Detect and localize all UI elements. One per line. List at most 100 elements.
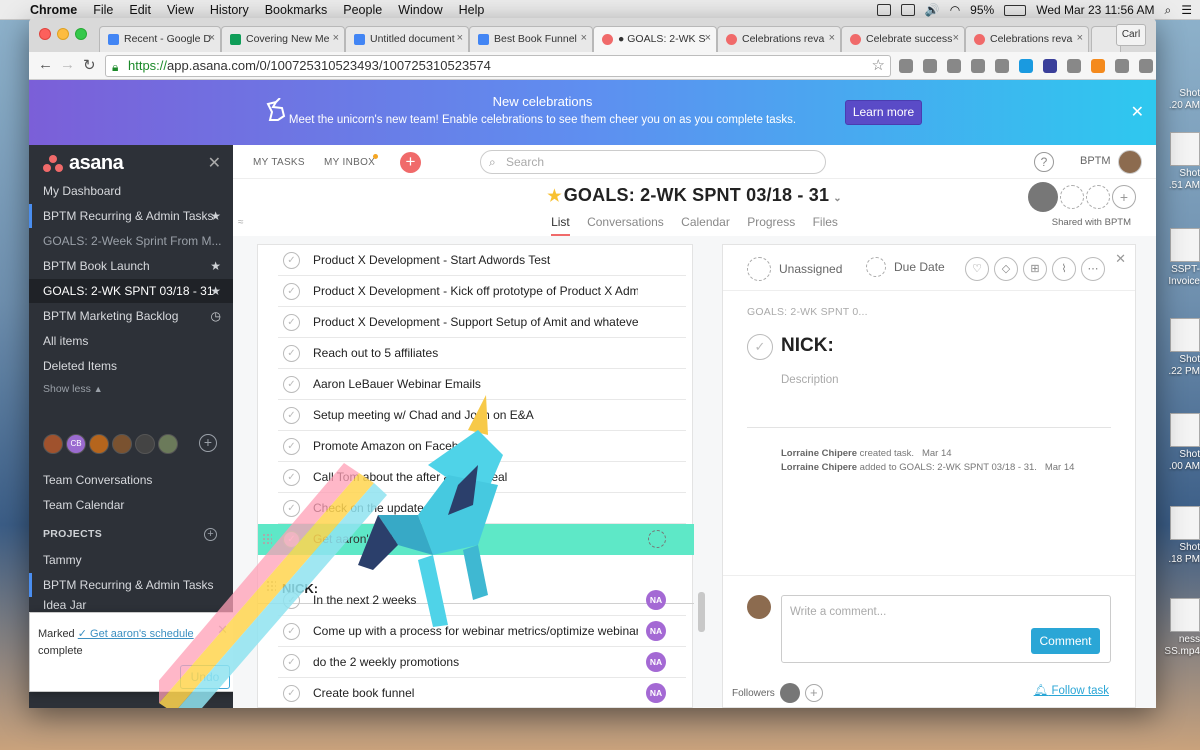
add-project-button[interactable]: + xyxy=(204,528,217,541)
task-row[interactable]: ✓ Product X Development - Start Adwords T… xyxy=(278,245,686,276)
sidebar-project-tammy[interactable]: Tammy xyxy=(29,548,233,572)
clock-icon[interactable]: ◷ xyxy=(211,304,221,328)
add-follower-button[interactable]: + xyxy=(804,684,823,702)
extension-icon[interactable] xyxy=(1019,59,1033,73)
follow-task-link[interactable]: 🔔︎ Follow task xyxy=(1034,683,1109,697)
address-bar[interactable]: 🔒︎ https://app.asana.com/0/1007253105234… xyxy=(105,55,891,77)
extension-icon[interactable] xyxy=(923,59,937,73)
reload-icon[interactable]: ↻ xyxy=(83,56,96,74)
task-row[interactable]: ✓ Product X Development - Support Setup o… xyxy=(278,307,686,338)
window-close-button[interactable] xyxy=(39,28,51,40)
browser-tab[interactable]: Celebrations reva × xyxy=(717,26,841,52)
tab-close-icon[interactable]: × xyxy=(581,32,587,44)
attachment-icon[interactable]: ⌇ xyxy=(1052,257,1076,281)
desktop-file[interactable]: Shot .22 PM xyxy=(1154,318,1200,378)
browser-tab[interactable]: Untitled document × xyxy=(345,26,469,52)
assignee-avatar[interactable]: NA xyxy=(646,683,666,703)
desktop-file[interactable]: SSPT- Invoice xyxy=(1154,228,1200,288)
show-less-toggle[interactable]: Show less ▲ xyxy=(29,377,233,401)
check-icon[interactable]: ✓ xyxy=(283,685,300,702)
detail-breadcrumb[interactable]: GOALS: 2-WK SPNT 0... xyxy=(747,306,868,318)
assignee-avatar[interactable]: NA xyxy=(646,621,666,641)
extension-icon[interactable] xyxy=(1043,59,1057,73)
desktop-file[interactable]: Shot .20 AM xyxy=(1154,88,1200,112)
task-row[interactable]: ✓ Aaron LeBauer Webinar Emails xyxy=(278,369,686,400)
detail-task-title[interactable]: NICK: xyxy=(781,335,834,357)
chevron-down-icon[interactable]: ⌄ xyxy=(833,193,842,204)
quick-add-button[interactable]: + xyxy=(400,152,421,173)
wifi-icon[interactable]: ◠ xyxy=(950,3,960,17)
avatar[interactable] xyxy=(89,434,109,454)
avatar[interactable] xyxy=(43,434,63,454)
sidebar-item-team-calendar[interactable]: Team Calendar xyxy=(29,493,233,517)
add-member-button[interactable]: + xyxy=(199,434,217,452)
assignee-picker[interactable]: Unassigned xyxy=(747,257,842,281)
drag-handle[interactable] xyxy=(262,533,272,545)
list-scrollbar[interactable] xyxy=(698,592,705,632)
bookmark-star-icon[interactable]: ☆ xyxy=(872,56,885,76)
menu-app-name[interactable]: Chrome xyxy=(30,3,77,17)
desktop-file[interactable]: Shot .00 AM xyxy=(1154,413,1200,473)
menu-bookmarks[interactable]: Bookmarks xyxy=(265,3,328,17)
extension-icon[interactable] xyxy=(1115,59,1129,73)
browser-tab[interactable]: Celebrate success × xyxy=(841,26,965,52)
extension-icon[interactable] xyxy=(1091,59,1105,73)
assignee-avatar[interactable]: NA xyxy=(646,652,666,672)
task-row[interactable]: ✓ Come up with a process for webinar metr… xyxy=(278,616,686,647)
sidebar-item-recurring[interactable]: BPTM Recurring & Admin Tasks ★ xyxy=(29,204,233,228)
complete-check-icon[interactable]: ✓ xyxy=(747,334,773,360)
back-icon[interactable]: ← xyxy=(38,56,53,73)
sidebar-item-book-launch[interactable]: BPTM Book Launch ★ xyxy=(29,254,233,278)
member-placeholder-icon[interactable] xyxy=(1086,185,1110,209)
check-icon[interactable]: ✓ xyxy=(283,283,300,300)
my-tasks-link[interactable]: MY TASKS xyxy=(253,157,305,168)
check-icon[interactable]: ✓ xyxy=(283,314,300,331)
sidebar-item-team-conversations[interactable]: Team Conversations xyxy=(29,468,233,492)
check-icon[interactable]: ✓ xyxy=(283,592,300,609)
sidebar-item-goals-sprint[interactable]: GOALS: 2-Week Sprint From M... xyxy=(29,229,233,253)
comment-button[interactable]: Comment xyxy=(1031,628,1100,654)
project-title[interactable]: ★ GOALS: 2-WK SPNT 03/18 - 31 ⌄ xyxy=(233,185,1156,206)
more-icon[interactable]: ⋯ xyxy=(1081,257,1105,281)
extension-icon[interactable] xyxy=(1139,59,1153,73)
tab-list[interactable]: List xyxy=(551,215,570,236)
tab-files[interactable]: Files xyxy=(813,215,838,234)
task-row[interactable]: ✓ Promote Amazon on Facebook xyxy=(278,431,686,462)
task-row[interactable]: ✓ Product X Development - Kick off protot… xyxy=(278,276,686,307)
asana-logo[interactable]: asana xyxy=(43,152,124,175)
task-row[interactable]: ✓ do the 2 weekly promotions NA xyxy=(278,647,686,678)
follower-avatar[interactable] xyxy=(779,683,800,703)
browser-tab[interactable]: Best Book Funnel × xyxy=(469,26,593,52)
task-row[interactable]: ✓ Setup meeting w/ Chad and Josh on E&A xyxy=(278,400,686,431)
window-maximize-button[interactable] xyxy=(75,28,87,40)
check-icon[interactable]: ✓ xyxy=(283,407,300,424)
sidebar-item-deleted[interactable]: Deleted Items xyxy=(29,354,233,378)
battery-icon[interactable] xyxy=(1004,4,1027,16)
star-icon[interactable]: ★ xyxy=(210,204,221,228)
my-inbox-link[interactable]: MY INBOX xyxy=(324,157,375,168)
user-avatar[interactable] xyxy=(1118,150,1142,174)
task-row-completed[interactable]: ✓ Get aaron's schedule xyxy=(258,524,694,555)
search-icon[interactable]: ⌕ xyxy=(1165,3,1172,18)
task-row[interactable]: ✓ In the next 2 weeks NA xyxy=(278,585,686,616)
check-icon[interactable]: ✓ xyxy=(283,654,300,671)
tab-close-icon[interactable]: × xyxy=(333,32,339,44)
task-row[interactable]: ✓ Check on the updates xyxy=(278,493,686,524)
browser-tab-active[interactable]: ● GOALS: 2-WK S × xyxy=(593,26,717,52)
tab-progress[interactable]: Progress xyxy=(747,215,795,234)
tab-close-icon[interactable]: × xyxy=(829,32,835,44)
sidebar-project-recurring[interactable]: BPTM Recurring & Admin Tasks xyxy=(29,573,233,597)
star-icon[interactable]: ★ xyxy=(210,254,221,278)
volume-icon[interactable]: 🔊 xyxy=(925,3,940,17)
browser-tab[interactable]: Covering New Me × xyxy=(221,26,345,52)
menu-window[interactable]: Window xyxy=(398,3,442,17)
due-date-picker[interactable]: Due Date xyxy=(866,257,945,277)
assignee-avatar[interactable]: NA xyxy=(646,590,666,610)
tray-app-icon[interactable] xyxy=(876,4,891,16)
tab-close-icon[interactable]: × xyxy=(1077,32,1083,44)
extension-icon[interactable] xyxy=(947,59,961,73)
menu-edit[interactable]: Edit xyxy=(129,3,151,17)
airplay-icon[interactable] xyxy=(900,4,915,16)
extension-icon[interactable] xyxy=(995,59,1009,73)
desktop-file[interactable]: ness SS.mp4 xyxy=(1154,598,1200,658)
